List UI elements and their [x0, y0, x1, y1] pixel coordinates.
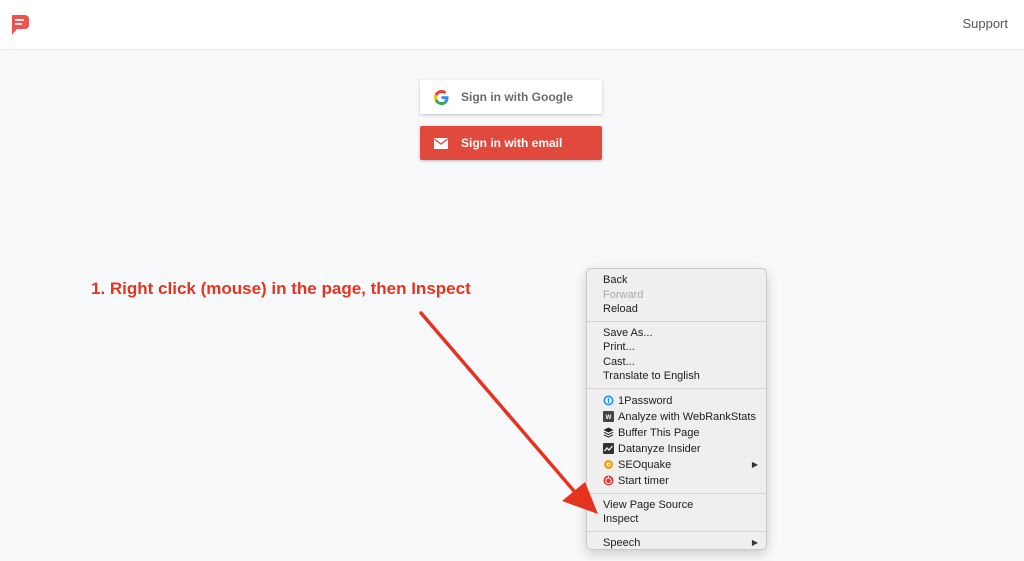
top-bar: Support — [0, 0, 1024, 50]
menu-item-label: View Page Source — [603, 498, 694, 511]
submenu-arrow-icon: ▶ — [751, 459, 758, 469]
menu-item-label: Translate to English — [603, 370, 700, 382]
menu-item-datanyze[interactable]: Datanyze Insider — [587, 441, 766, 457]
menu-item-1password[interactable]: 1Password — [587, 393, 766, 409]
menu-item-label: Print... — [603, 341, 635, 353]
menu-item-label: Save As... — [603, 326, 653, 339]
menu-item-label: Start timer — [618, 474, 669, 487]
menu-item-cast[interactable]: Cast... — [587, 355, 766, 370]
menu-item-label: Cast... — [603, 355, 635, 368]
menu-item-label: Analyze with WebRankStats — [618, 410, 756, 423]
menu-item-start-timer[interactable]: Start timer — [587, 473, 766, 489]
menu-item-view-page-source[interactable]: View Page Source — [587, 498, 766, 513]
google-g-icon — [433, 89, 449, 105]
menu-item-print[interactable]: Print... — [587, 340, 766, 355]
menu-item-speech[interactable]: Speech ▶ — [587, 536, 766, 551]
seoquake-icon — [603, 459, 614, 470]
sign-in-email-button[interactable]: Sign in with email — [420, 126, 602, 160]
menu-item-inspect[interactable]: Inspect — [587, 512, 766, 527]
menu-item-reload[interactable]: Reload — [587, 302, 766, 317]
browser-context-menu: Back Forward Reload Save As... Print... … — [586, 268, 767, 550]
menu-item-seoquake[interactable]: SEOquake ▶ — [587, 457, 766, 473]
menu-item-back[interactable]: Back — [587, 273, 766, 288]
buffer-icon — [603, 427, 614, 438]
submenu-arrow-icon: ▶ — [751, 537, 758, 547]
menu-item-label: Speech — [603, 536, 641, 549]
datanyze-icon — [603, 443, 614, 454]
1password-icon — [603, 395, 614, 406]
email-button-label: Sign in with email — [461, 136, 563, 150]
menu-item-label: Back — [603, 274, 628, 286]
sign-in-google-button[interactable]: Sign in with Google — [420, 80, 602, 114]
menu-item-label: Datanyze Insider — [618, 442, 701, 455]
menu-item-label: Reload — [603, 303, 638, 315]
timer-icon — [603, 475, 614, 486]
google-button-label: Sign in with Google — [461, 90, 573, 104]
menu-item-translate[interactable]: Translate to English — [587, 369, 766, 384]
menu-separator — [587, 320, 766, 322]
instruction-annotation: 1. Right click (mouse) in the page, then… — [91, 279, 471, 298]
support-link[interactable]: Support — [962, 16, 1008, 31]
webrankstats-icon: W — [603, 411, 614, 422]
menu-item-label: SEOquake — [618, 458, 672, 471]
menu-item-forward: Forward — [587, 288, 766, 303]
menu-separator — [587, 492, 766, 494]
menu-separator — [587, 387, 766, 389]
menu-separator — [587, 530, 766, 532]
svg-text:W: W — [606, 415, 612, 421]
menu-item-label: Forward — [603, 288, 644, 301]
speech-bubble-logo-icon[interactable] — [10, 14, 30, 36]
menu-item-label: 1Password — [618, 394, 673, 407]
menu-item-save-as[interactable]: Save As... — [587, 326, 766, 341]
envelope-icon — [433, 135, 449, 151]
menu-item-buffer[interactable]: Buffer This Page — [587, 425, 766, 441]
menu-item-label: Buffer This Page — [618, 426, 700, 439]
menu-item-label: Inspect — [603, 513, 639, 525]
menu-item-webrankstats[interactable]: W Analyze with WebRankStats — [587, 409, 766, 425]
